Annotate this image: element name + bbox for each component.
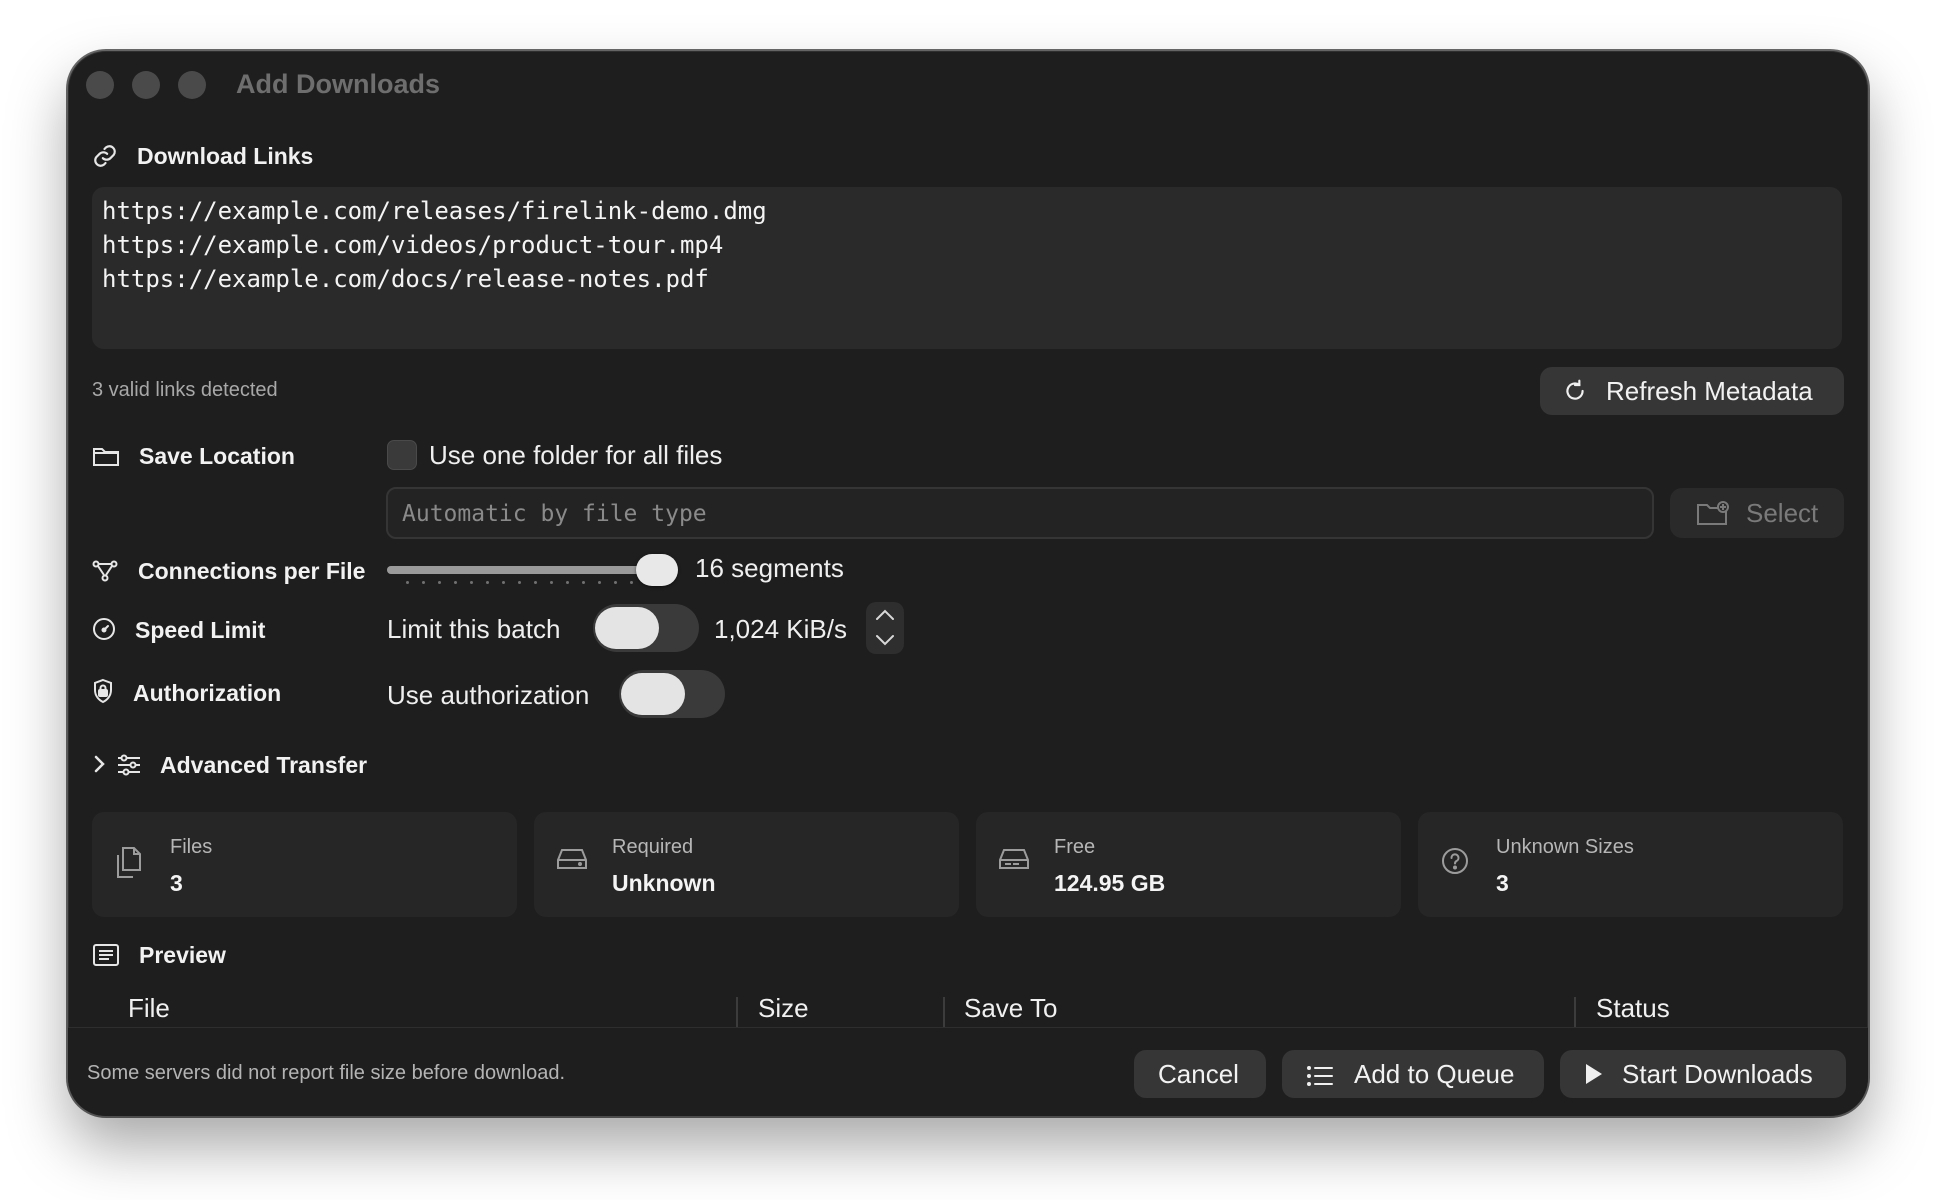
sliders-icon bbox=[116, 754, 142, 776]
shield-lock-icon bbox=[92, 678, 114, 704]
folder-icon bbox=[92, 444, 120, 468]
question-circle-icon bbox=[1440, 846, 1470, 881]
save-path-field[interactable] bbox=[386, 487, 1654, 539]
column-divider bbox=[1574, 997, 1576, 1027]
connections-slider-thumb[interactable] bbox=[636, 554, 678, 586]
summary-value: 3 bbox=[170, 870, 183, 896]
download-links-textarea[interactable]: https://example.com/releases/firelink-de… bbox=[92, 187, 1842, 349]
connections-slider[interactable] bbox=[387, 566, 662, 574]
summary-card-free: Free 124.95 GB bbox=[976, 812, 1401, 917]
toggle-knob bbox=[621, 673, 685, 715]
preview-label: Preview bbox=[139, 942, 226, 968]
documents-icon bbox=[114, 846, 144, 885]
slider-tick bbox=[630, 581, 633, 584]
summary-label: Required bbox=[612, 836, 694, 858]
column-divider bbox=[943, 997, 945, 1027]
use-authorization-label: Use authorization bbox=[387, 680, 590, 710]
add-downloads-window: Add Downloads Download Links https://exa… bbox=[68, 51, 1868, 1116]
gauge-icon bbox=[92, 617, 116, 641]
link-line: https://example.com/docs/release-notes.p… bbox=[102, 265, 709, 293]
save-path-input[interactable] bbox=[400, 489, 1605, 539]
chevron-up-icon[interactable] bbox=[874, 607, 896, 628]
summary-label: Unknown Sizes bbox=[1496, 836, 1634, 858]
speed-limit-label: Speed Limit bbox=[135, 617, 266, 643]
refresh-metadata-label: Refresh Metadata bbox=[1606, 376, 1813, 406]
zoom-window-button[interactable] bbox=[178, 71, 206, 99]
cancel-button[interactable]: Cancel bbox=[1134, 1050, 1266, 1098]
slider-tick bbox=[518, 581, 521, 584]
use-authorization-toggle[interactable] bbox=[619, 670, 725, 718]
add-to-queue-button[interactable]: Add to Queue bbox=[1282, 1050, 1544, 1098]
summary-value: Unknown bbox=[612, 870, 716, 896]
advanced-transfer-label[interactable]: Advanced Transfer bbox=[160, 752, 367, 779]
download-links-label: Download Links bbox=[137, 143, 314, 169]
one-folder-checkbox-label: Use one folder for all files bbox=[429, 440, 723, 470]
minimize-window-button[interactable] bbox=[132, 71, 160, 99]
column-header-save-to[interactable]: Save To bbox=[964, 993, 1057, 1024]
connections-slider-fill bbox=[387, 566, 662, 574]
close-window-button[interactable] bbox=[86, 71, 114, 99]
speed-rate-stepper[interactable] bbox=[866, 602, 904, 654]
link-line: https://example.com/releases/firelink-de… bbox=[102, 197, 767, 225]
slider-tick bbox=[582, 581, 585, 584]
cancel-label: Cancel bbox=[1158, 1059, 1239, 1089]
refresh-icon bbox=[1562, 378, 1588, 411]
start-downloads-button[interactable]: Start Downloads bbox=[1560, 1050, 1846, 1098]
slider-tick bbox=[502, 581, 505, 584]
slider-tick bbox=[614, 581, 617, 584]
slider-tick bbox=[534, 581, 537, 584]
link-line: https://example.com/videos/product-tour.… bbox=[102, 231, 724, 259]
summary-value: 3 bbox=[1496, 870, 1509, 896]
column-header-status[interactable]: Status bbox=[1596, 993, 1670, 1024]
slider-tick bbox=[406, 581, 409, 584]
summary-label: Files bbox=[170, 836, 213, 858]
title-bar: Add Downloads bbox=[68, 51, 1868, 111]
drive-icon bbox=[556, 846, 588, 877]
network-icon bbox=[92, 559, 118, 583]
footer-bar: Some servers did not report file size be… bbox=[68, 1027, 1868, 1116]
summary-card-files: Files 3 bbox=[92, 812, 517, 917]
select-folder-label: Select bbox=[1746, 498, 1819, 528]
column-header-size[interactable]: Size bbox=[758, 993, 809, 1024]
add-to-queue-label: Add to Queue bbox=[1354, 1059, 1515, 1089]
summary-value: 124.95 GB bbox=[1054, 870, 1166, 896]
summary-card-unknown-sizes: Unknown Sizes 3 bbox=[1418, 812, 1843, 917]
drive-icon bbox=[998, 846, 1030, 877]
connections-value: 16 segments bbox=[695, 553, 844, 583]
slider-tick bbox=[598, 581, 601, 584]
authorization-label: Authorization bbox=[133, 680, 282, 706]
folder-add-icon bbox=[1696, 499, 1730, 534]
window-title: Add Downloads bbox=[236, 69, 440, 99]
connections-label: Connections per File bbox=[138, 558, 366, 584]
start-downloads-label: Start Downloads bbox=[1622, 1059, 1813, 1089]
summary-card-required: Required Unknown bbox=[534, 812, 959, 917]
link-icon bbox=[92, 143, 118, 169]
column-header-file[interactable]: File bbox=[128, 993, 170, 1024]
limit-batch-toggle[interactable] bbox=[593, 604, 699, 652]
play-icon bbox=[1584, 1062, 1604, 1093]
list-icon bbox=[1306, 1063, 1334, 1094]
valid-links-status: 3 valid links detected bbox=[92, 379, 278, 401]
footer-note: Some servers did not report file size be… bbox=[87, 1062, 566, 1084]
slider-tick bbox=[438, 581, 441, 584]
limit-batch-label: Limit this batch bbox=[387, 614, 561, 644]
speed-rate-value: 1,024 KiB/s bbox=[714, 614, 847, 644]
save-location-label: Save Location bbox=[139, 443, 295, 469]
disclosure-chevron-icon[interactable] bbox=[92, 754, 106, 774]
select-folder-button[interactable]: Select bbox=[1670, 488, 1844, 538]
chevron-down-icon[interactable] bbox=[874, 632, 896, 653]
slider-tick bbox=[566, 581, 569, 584]
one-folder-checkbox[interactable] bbox=[387, 440, 417, 470]
slider-tick bbox=[470, 581, 473, 584]
column-divider bbox=[736, 997, 738, 1027]
slider-tick bbox=[454, 581, 457, 584]
slider-tick bbox=[422, 581, 425, 584]
slider-tick bbox=[550, 581, 553, 584]
toggle-knob bbox=[595, 607, 659, 649]
refresh-metadata-button[interactable]: Refresh Metadata bbox=[1540, 367, 1844, 415]
list-box-icon bbox=[92, 943, 120, 967]
summary-label: Free bbox=[1054, 836, 1096, 858]
slider-tick bbox=[486, 581, 489, 584]
